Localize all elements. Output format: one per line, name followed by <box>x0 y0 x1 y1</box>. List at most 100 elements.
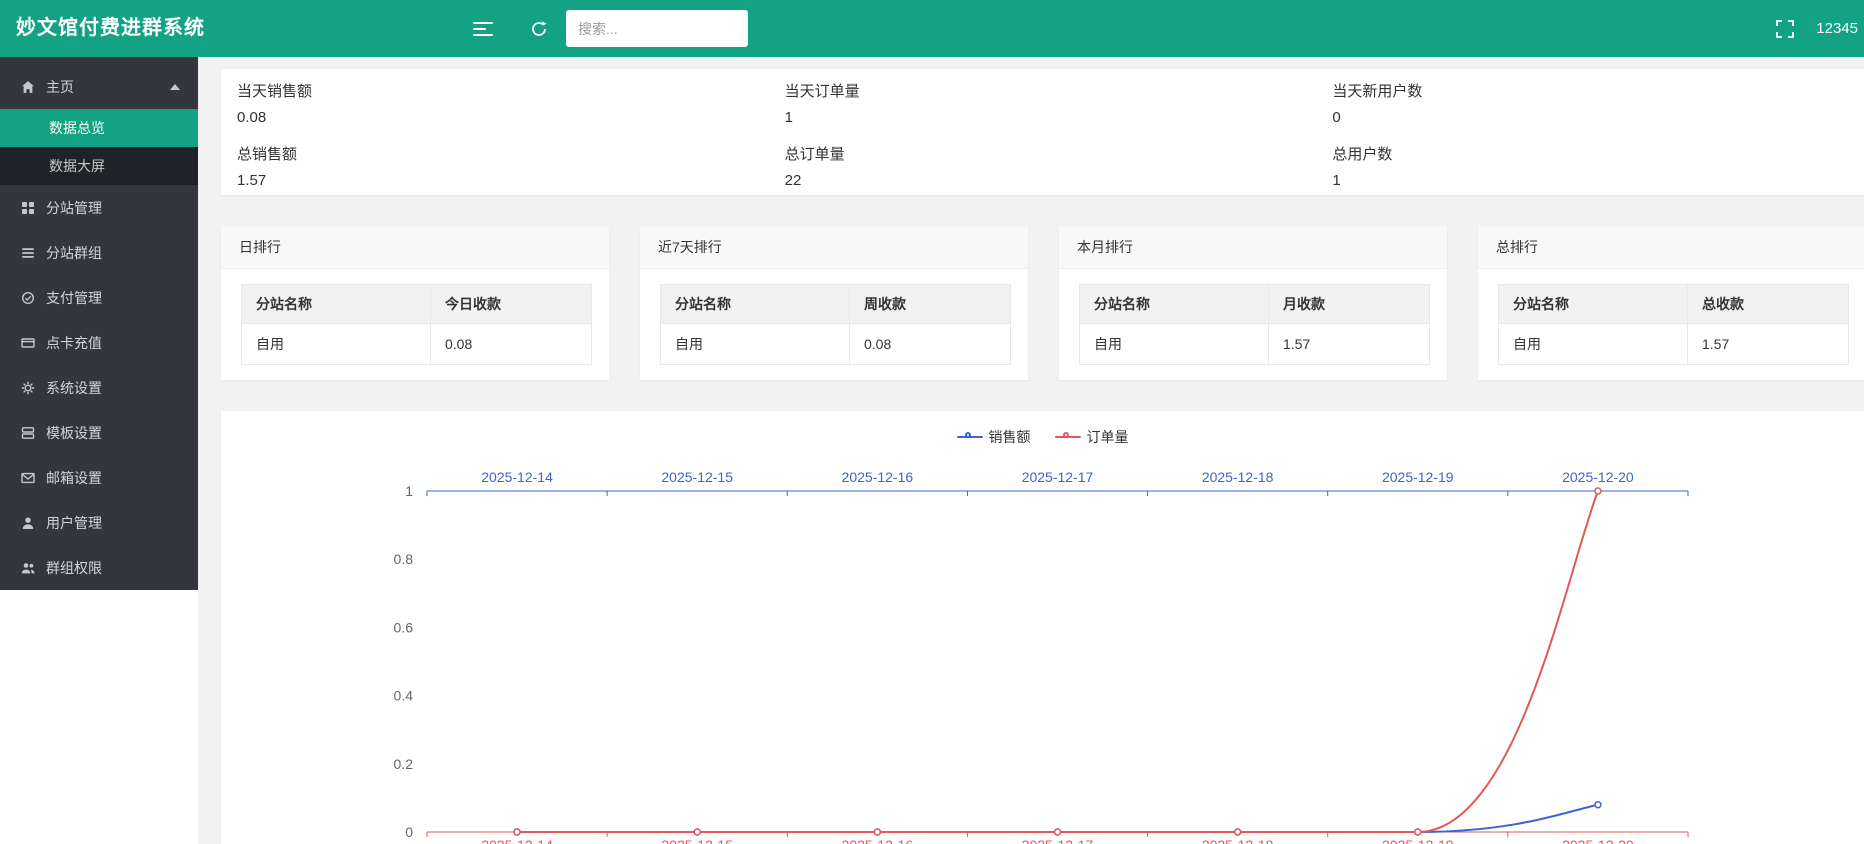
sidebar-item-label: 分站管理 <box>46 198 102 218</box>
stats-panel: 当天销售额 0.08 当天订单量 1 当天新用户数 0 总销售额 1.57 总订… <box>221 69 1864 195</box>
svg-text:2025-12-17: 2025-12-17 <box>1022 469 1094 485</box>
sidebar-item-label: 支付管理 <box>46 288 102 308</box>
sidebar-item-label: 主页 <box>46 77 74 97</box>
ranking-table: 分站名称 总收款 自用 1.57 <box>1498 284 1849 365</box>
legend-item[interactable]: 订单量 <box>1055 427 1129 447</box>
svg-text:2025-12-18: 2025-12-18 <box>1202 837 1274 844</box>
legend-marker <box>957 436 983 438</box>
mail-icon <box>20 470 36 486</box>
sidebar-item-label: 点卡充值 <box>46 333 102 353</box>
stat-value: 22 <box>785 172 1301 189</box>
sidebar-item-substation-manage[interactable]: 分站管理 <box>0 185 198 230</box>
stat-value: 1 <box>1332 172 1848 189</box>
sidebar-item-mail-settings[interactable]: 邮箱设置 <box>0 455 198 500</box>
legend-label: 销售额 <box>989 427 1031 447</box>
ranking-card-title: 日排行 <box>221 226 609 269</box>
sidebar-item-system-settings[interactable]: 系统设置 <box>0 365 198 410</box>
cell-amount: 0.08 <box>850 324 1011 365</box>
gear-icon <box>20 380 36 396</box>
column-header: 今日收款 <box>431 285 592 324</box>
top-bar: 妙文馆付费进群系统 12345 <box>0 0 1864 57</box>
legend-marker-dot <box>965 432 971 438</box>
sidebar-item-data-overview[interactable]: 数据总览 <box>0 109 198 147</box>
sidebar-item-label: 用户管理 <box>46 513 102 533</box>
user-icon <box>20 515 36 531</box>
cell-site-name: 自用 <box>1499 324 1688 365</box>
svg-text:2025-12-20: 2025-12-20 <box>1562 469 1634 485</box>
sidebar-item-payment-manage[interactable]: 支付管理 <box>0 275 198 320</box>
stat-label: 总订单量 <box>785 143 1301 164</box>
chart-legend: 销售额 订单量 <box>221 427 1864 447</box>
grid-icon <box>20 200 36 216</box>
stat-value: 1 <box>785 109 1301 126</box>
column-header: 周收款 <box>850 285 1011 324</box>
username[interactable]: 12345 <box>1816 0 1858 57</box>
svg-text:2025-12-16: 2025-12-16 <box>842 837 914 844</box>
ranking-table: 分站名称 今日收款 自用 0.08 <box>241 284 592 365</box>
svg-text:2025-12-15: 2025-12-15 <box>661 469 733 485</box>
home-icon <box>20 79 36 95</box>
table-row: 自用 0.08 <box>661 324 1011 365</box>
svg-text:2025-12-14: 2025-12-14 <box>481 837 553 844</box>
svg-text:2025-12-20: 2025-12-20 <box>1562 837 1634 844</box>
legend-item[interactable]: 销售额 <box>957 427 1031 447</box>
refresh-icon[interactable] <box>522 0 556 57</box>
column-header: 分站名称 <box>242 285 431 324</box>
sidebar-item-template-settings[interactable]: 模板设置 <box>0 410 198 455</box>
app-title: 妙文馆付费进群系统 <box>16 0 205 57</box>
column-header: 分站名称 <box>1499 285 1688 324</box>
check-circle-icon <box>20 290 36 306</box>
table-row: 自用 1.57 <box>1080 324 1430 365</box>
main-content: 当天销售额 0.08 当天订单量 1 当天新用户数 0 总销售额 1.57 总订… <box>198 57 1864 844</box>
sidebar-item-card-recharge[interactable]: 点卡充值 <box>0 320 198 365</box>
svg-text:2025-12-16: 2025-12-16 <box>842 469 914 485</box>
stat-today-sales: 当天销售额 0.08 <box>221 69 769 132</box>
svg-text:2025-12-19: 2025-12-19 <box>1382 469 1454 485</box>
column-header: 月收款 <box>1269 285 1430 324</box>
users-icon <box>20 560 36 576</box>
list-icon <box>20 245 36 261</box>
ranking-card-week: 近7天排行 分站名称 周收款 自用 0.08 <box>640 226 1028 380</box>
layers-icon <box>20 425 36 441</box>
sidebar-item-label: 分站群组 <box>46 243 102 263</box>
svg-text:2025-12-14: 2025-12-14 <box>481 469 553 485</box>
sidebar-item-user-manage[interactable]: 用户管理 <box>0 500 198 545</box>
sidebar-item-home[interactable]: 主页 <box>0 64 198 109</box>
sidebar-item-label: 系统设置 <box>46 378 102 398</box>
svg-text:0.2: 0.2 <box>394 756 414 772</box>
stat-total-users: 总用户数 1 <box>1316 132 1864 195</box>
ranking-card-title: 总排行 <box>1478 226 1864 269</box>
svg-text:1: 1 <box>405 483 413 499</box>
ranking-row: 日排行 分站名称 今日收款 自用 0.08 近7天排行 <box>221 226 1864 380</box>
stat-label: 当天销售额 <box>237 80 753 101</box>
legend-marker-dot <box>1063 432 1069 438</box>
chart-plot-area: 00.20.40.60.812025-12-142025-12-152025-1… <box>427 491 1688 832</box>
stat-total-sales: 总销售额 1.57 <box>221 132 769 195</box>
svg-text:2025-12-19: 2025-12-19 <box>1382 837 1454 844</box>
fullscreen-icon[interactable] <box>1768 0 1802 57</box>
stat-value: 0 <box>1332 109 1848 126</box>
stat-today-orders: 当天订单量 1 <box>769 69 1317 132</box>
ranking-card-title: 本月排行 <box>1059 226 1447 269</box>
sidebar-item-label: 邮箱设置 <box>46 468 102 488</box>
cell-amount: 1.57 <box>1688 324 1849 365</box>
cell-site-name: 自用 <box>661 324 850 365</box>
menu-toggle-icon[interactable] <box>466 0 500 57</box>
sidebar-item-data-screen[interactable]: 数据大屏 <box>0 147 198 185</box>
ranking-table: 分站名称 周收款 自用 0.08 <box>660 284 1011 365</box>
table-row: 自用 1.57 <box>1499 324 1849 365</box>
cell-site-name: 自用 <box>1080 324 1269 365</box>
search-input[interactable] <box>566 10 748 47</box>
svg-text:0.4: 0.4 <box>394 688 414 704</box>
stat-label: 总用户数 <box>1332 143 1848 164</box>
stat-value: 0.08 <box>237 109 753 126</box>
sidebar-submenu: 数据总览 数据大屏 <box>0 109 198 185</box>
table-row: 自用 0.08 <box>242 324 592 365</box>
sidebar-item-label: 模板设置 <box>46 423 102 443</box>
sidebar-item-group-permissions[interactable]: 群组权限 <box>0 545 198 590</box>
svg-text:2025-12-18: 2025-12-18 <box>1202 469 1274 485</box>
ranking-card-daily: 日排行 分站名称 今日收款 自用 0.08 <box>221 226 609 380</box>
sidebar-item-substation-groups[interactable]: 分站群组 <box>0 230 198 275</box>
card-icon <box>20 335 36 351</box>
sales-orders-chart-card: 销售额 订单量 00.20.40.60.812025-12-142025-12-1… <box>221 411 1864 844</box>
